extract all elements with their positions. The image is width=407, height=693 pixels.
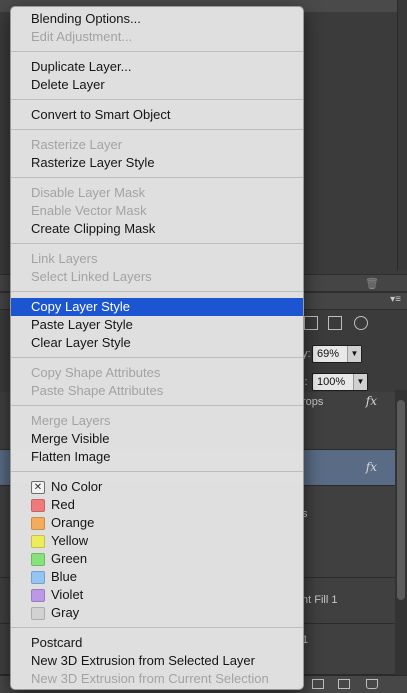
layer-name: rops <box>302 396 324 408</box>
fill-value: 100% <box>317 376 346 388</box>
color-swatch-icon <box>31 517 45 530</box>
menu-item-color-orange[interactable]: Orange <box>11 514 303 532</box>
new-layer-icon[interactable] <box>338 679 350 689</box>
panel-menu-icon[interactable]: ▾≡ <box>390 294 401 305</box>
menu-item-merge-visible[interactable]: Merge Visible <box>11 430 303 448</box>
fill-select[interactable]: 100% ▼ <box>312 373 368 391</box>
menu-separator <box>11 99 303 100</box>
opacity-value: 69% <box>317 348 340 360</box>
menu-item-color-violet[interactable]: Violet <box>11 586 303 604</box>
menu-separator <box>11 405 303 406</box>
menu-item-copy-layer-style[interactable]: Copy Layer Style <box>11 298 303 316</box>
menu-separator <box>11 357 303 358</box>
layer-filter-tools <box>300 313 407 335</box>
fx-icon[interactable]: fx <box>366 394 377 408</box>
color-label: Red <box>51 497 75 512</box>
color-swatch-icon <box>31 607 45 620</box>
menu-item-create-clipping-mask[interactable]: Create Clipping Mask <box>11 220 303 238</box>
color-label: Violet <box>51 587 84 602</box>
color-swatch-icon <box>31 589 45 602</box>
menu-item-color-gray[interactable]: Gray <box>11 604 303 622</box>
menu-item-color-blue[interactable]: Blue <box>11 568 303 586</box>
document-scrollbar[interactable] <box>397 0 407 270</box>
menu-item-paste-shape-attributes[interactable]: Paste Shape Attributes <box>11 382 303 400</box>
color-swatch-icon <box>31 499 45 512</box>
menu-item-copy-shape-attributes[interactable]: Copy Shape Attributes <box>11 364 303 382</box>
shape-filter-icon[interactable] <box>304 316 318 330</box>
menu-separator <box>11 129 303 130</box>
menu-item-color-no-color[interactable]: ✕ No Color <box>11 478 303 496</box>
trash-icon[interactable] <box>366 679 378 689</box>
menu-item-delete-layer[interactable]: Delete Layer <box>11 76 303 94</box>
menu-item-edit-adjustment[interactable]: Edit Adjustment... <box>11 28 303 46</box>
menu-item-disable-layer-mask[interactable]: Disable Layer Mask <box>11 184 303 202</box>
color-label: Orange <box>51 515 95 530</box>
menu-item-enable-vector-mask[interactable]: Enable Vector Mask <box>11 202 303 220</box>
menu-item-color-green[interactable]: Green <box>11 550 303 568</box>
trash-icon[interactable]: 🗑 <box>365 277 379 290</box>
chevron-down-icon: ▼ <box>353 374 367 390</box>
layer-name: nt Fill 1 <box>302 594 338 606</box>
color-label: No Color <box>51 479 103 494</box>
menu-item-postcard[interactable]: Postcard <box>11 634 303 652</box>
color-label: Green <box>51 551 88 566</box>
menu-item-merge-layers[interactable]: Merge Layers <box>11 412 303 430</box>
no-color-icon: ✕ <box>31 481 45 494</box>
smart-object-filter-icon[interactable] <box>328 316 342 330</box>
menu-separator <box>11 627 303 628</box>
menu-separator <box>11 243 303 244</box>
menu-separator <box>11 177 303 178</box>
layer-context-menu: Blending Options... Edit Adjustment... Dup… <box>10 6 304 690</box>
menu-item-color-yellow[interactable]: Yellow <box>11 532 303 550</box>
menu-item-paste-layer-style[interactable]: Paste Layer Style <box>11 316 303 334</box>
opacity-select[interactable]: 69% ▼ <box>312 345 362 363</box>
color-label: Gray <box>51 605 80 620</box>
scrollbar-thumb[interactable] <box>397 400 405 600</box>
color-swatch-icon <box>31 553 45 566</box>
menu-item-select-linked-layers[interactable]: Select Linked Layers <box>11 268 303 286</box>
menu-item-flatten-image[interactable]: Flatten Image <box>11 448 303 466</box>
color-label: Yellow <box>51 533 89 548</box>
menu-item-clear-layer-style[interactable]: Clear Layer Style <box>11 334 303 352</box>
chevron-down-icon: ▼ <box>347 346 361 362</box>
fx-icon[interactable]: fx <box>366 460 377 474</box>
color-label: Blue <box>51 569 78 584</box>
menu-item-new-3d-extrusion-from-current-selection[interactable]: New 3D Extrusion from Current Selection <box>11 670 303 688</box>
color-swatch-icon <box>31 571 45 584</box>
menu-item-duplicate-layer[interactable]: Duplicate Layer... <box>11 58 303 76</box>
menu-item-rasterize-layer[interactable]: Rasterize Layer <box>11 136 303 154</box>
menu-separator <box>11 51 303 52</box>
menu-item-rasterize-layer-style[interactable]: Rasterize Layer Style <box>11 154 303 172</box>
menu-separator <box>11 471 303 472</box>
menu-item-convert-to-smart-object[interactable]: Convert to Smart Object <box>11 106 303 124</box>
menu-separator <box>11 291 303 292</box>
folder-icon[interactable] <box>312 679 324 689</box>
menu-item-new-3d-extrusion-from-selected-layer[interactable]: New 3D Extrusion from Selected Layer <box>11 652 303 670</box>
color-swatch-icon <box>31 535 45 548</box>
menu-item-link-layers[interactable]: Link Layers <box>11 250 303 268</box>
menu-item-color-red[interactable]: Red <box>11 496 303 514</box>
menu-item-blending-options[interactable]: Blending Options... <box>11 10 303 28</box>
filter-toggle-icon[interactable] <box>354 316 368 330</box>
layers-scrollbar[interactable] <box>395 390 407 675</box>
